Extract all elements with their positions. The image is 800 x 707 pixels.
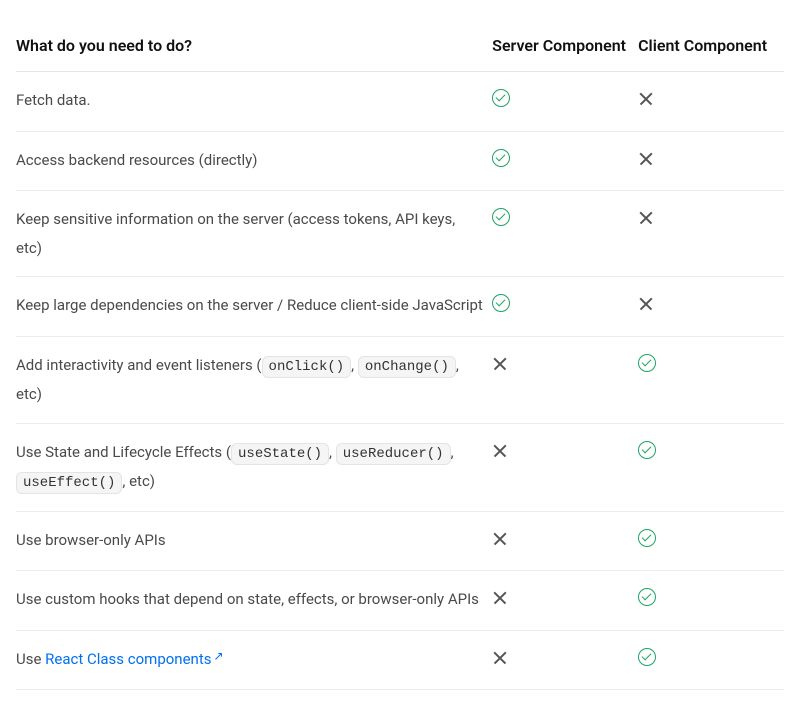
cell-task: Use React Class components↗ — [16, 630, 492, 690]
external-link[interactable]: React Class components↗ — [45, 650, 223, 668]
cell-server — [492, 511, 638, 571]
cross-icon — [638, 296, 654, 312]
task-text: Add interactivity and event listeners ( — [16, 356, 262, 374]
cell-server — [492, 630, 638, 690]
cell-client — [638, 571, 784, 631]
external-link-icon: ↗ — [213, 649, 223, 663]
code-token: onChange() — [358, 356, 456, 378]
task-text: , etc) — [122, 472, 155, 490]
cell-task: Access backend resources (directly) — [16, 131, 492, 191]
comparison-table: What do you need to do? Server Component… — [16, 20, 784, 690]
cell-task: Use custom hooks that depend on state, e… — [16, 571, 492, 631]
cell-client — [638, 423, 784, 511]
code-token: useReducer() — [336, 443, 451, 465]
task-text: , — [451, 443, 454, 461]
cell-task: Use State and Lifecycle Effects (useStat… — [16, 423, 492, 511]
table-row: Add interactivity and event listeners (o… — [16, 336, 784, 423]
cross-icon — [492, 650, 508, 666]
column-header-client: Client Component — [638, 20, 784, 72]
table-row: Fetch data. — [16, 72, 784, 132]
code-token: onClick() — [262, 356, 352, 378]
cross-icon — [638, 151, 654, 167]
cross-icon — [638, 91, 654, 107]
cell-server — [492, 277, 638, 337]
task-text: Keep sensitive information on the server… — [16, 210, 455, 257]
check-circle-icon — [492, 89, 510, 107]
table-row: Use State and Lifecycle Effects (useStat… — [16, 423, 784, 511]
cell-client — [638, 336, 784, 423]
check-circle-icon — [638, 529, 656, 547]
cell-client — [638, 511, 784, 571]
check-circle-icon — [638, 588, 656, 606]
task-text: Keep large dependencies on the server / … — [16, 296, 483, 314]
table-row: Access backend resources (directly) — [16, 131, 784, 191]
check-circle-icon — [492, 208, 510, 226]
cell-server — [492, 191, 638, 277]
task-text: Use custom hooks that depend on state, e… — [16, 590, 479, 608]
cell-task: Fetch data. — [16, 72, 492, 132]
task-text: Access backend resources (directly) — [16, 151, 258, 169]
cell-client — [638, 72, 784, 132]
cell-task: Add interactivity and event listeners (o… — [16, 336, 492, 423]
task-text: , — [329, 443, 336, 461]
cell-task: Use browser-only APIs — [16, 511, 492, 571]
cell-server — [492, 423, 638, 511]
cell-client — [638, 630, 784, 690]
cell-task: Keep sensitive information on the server… — [16, 191, 492, 277]
cross-icon — [492, 356, 508, 372]
column-header-task: What do you need to do? — [16, 20, 492, 72]
check-circle-icon — [492, 294, 510, 312]
task-text: Fetch data. — [16, 91, 90, 109]
check-circle-icon — [492, 149, 510, 167]
cross-icon — [492, 443, 508, 459]
cross-icon — [638, 210, 654, 226]
table-row: Keep large dependencies on the server / … — [16, 277, 784, 337]
table-row: Use browser-only APIs — [16, 511, 784, 571]
cell-client — [638, 131, 784, 191]
table-row: Use React Class components↗ — [16, 630, 784, 690]
task-text: Use State and Lifecycle Effects ( — [16, 443, 231, 461]
cell-server — [492, 72, 638, 132]
task-text: , — [351, 356, 358, 374]
code-token: useEffect() — [16, 472, 122, 494]
cross-icon — [492, 531, 508, 547]
table-row: Keep sensitive information on the server… — [16, 191, 784, 277]
cell-server — [492, 131, 638, 191]
column-header-server: Server Component — [492, 20, 638, 72]
check-circle-icon — [638, 441, 656, 459]
cell-client — [638, 277, 784, 337]
code-token: useState() — [231, 443, 329, 465]
cell-server — [492, 571, 638, 631]
cross-icon — [492, 590, 508, 606]
cell-task: Keep large dependencies on the server / … — [16, 277, 492, 337]
table-header-row: What do you need to do? Server Component… — [16, 20, 784, 72]
table-row: Use custom hooks that depend on state, e… — [16, 571, 784, 631]
check-circle-icon — [638, 354, 656, 372]
check-circle-icon — [638, 648, 656, 666]
cell-client — [638, 191, 784, 277]
task-text: Use browser-only APIs — [16, 531, 166, 549]
task-text: Use — [16, 650, 45, 668]
cell-server — [492, 336, 638, 423]
